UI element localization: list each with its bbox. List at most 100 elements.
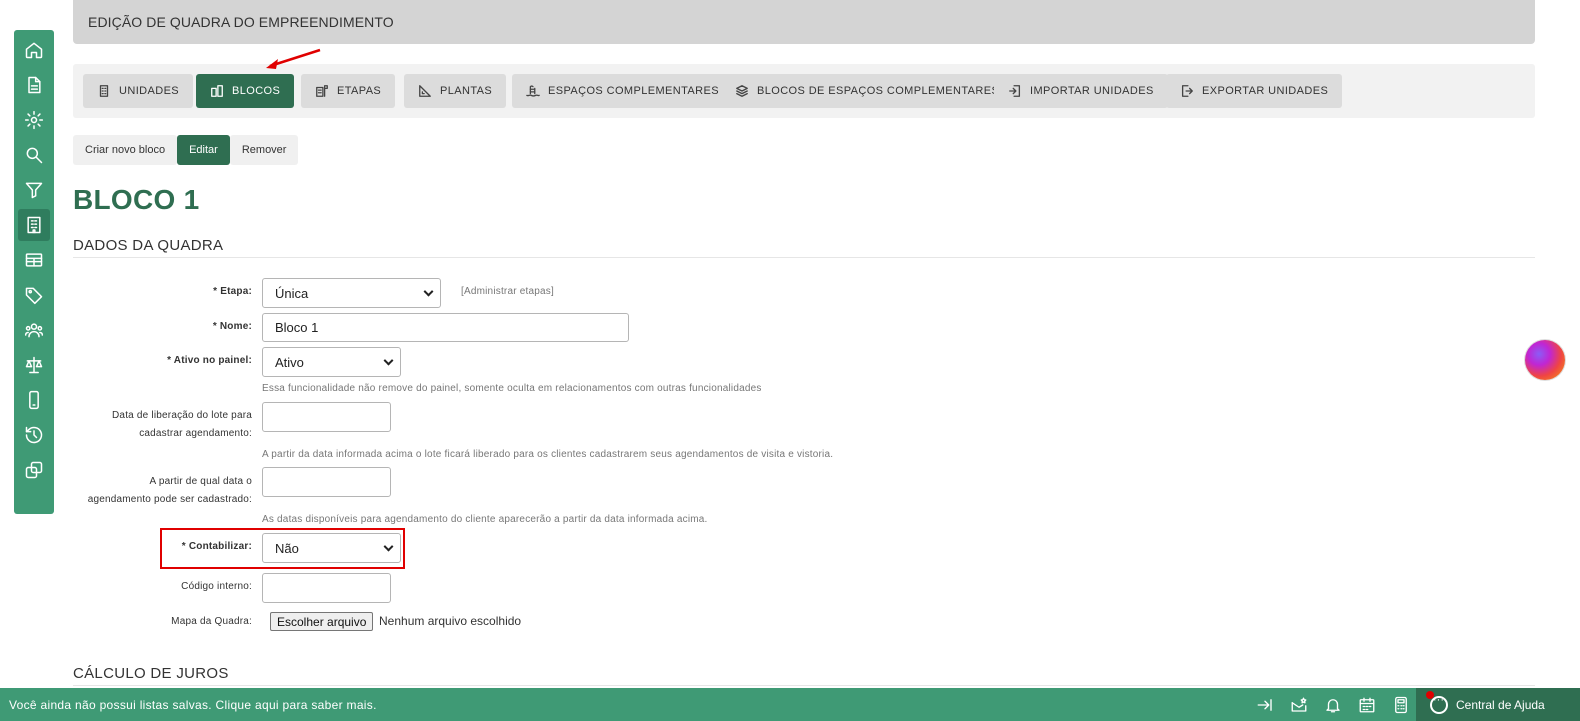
section-title-dados: DADOS DA QUADRA [73,237,224,254]
footer-calculator-button[interactable] [1384,694,1418,716]
contabilizar-label: * Contabilizar: [181,541,252,552]
edit-button[interactable]: Editar [177,135,230,165]
sidebar-item-home[interactable] [18,34,50,66]
search-icon [26,147,43,163]
administrar-etapas-link[interactable]: [Administrar etapas] [461,286,554,297]
file-status: Nenhum arquivo escolhido [379,614,522,628]
etapa-select[interactable]: Única [262,278,441,308]
gear-icon [24,110,44,129]
agendamento-date-input[interactable] [262,467,391,497]
footer-icons [1248,694,1418,716]
pool-icon [526,85,540,97]
sidebar-item-history[interactable] [18,419,50,451]
import-icon [1009,85,1021,97]
nome-value: Bloco 1 [275,320,319,335]
section-title-juros: CÁLCULO DE JUROS [73,665,229,682]
page-header: EDIÇÃO DE QUADRA DO EMPREENDIMENTO [73,0,1535,44]
liberacao-label: Data de liberação do lote para cadastrar… [80,407,252,443]
choose-file-button[interactable]: Escolher arquivo [270,612,374,631]
footer-calendar-button[interactable] [1350,694,1384,716]
blocks-icon [211,85,223,97]
tab-label: BLOCOS DE ESPAÇOS COMPLEMENTARES [757,85,1000,97]
sidebar-item-settings[interactable] [18,104,50,136]
section-divider [73,685,1535,686]
footer-collapse-button[interactable] [1248,694,1282,716]
etapa-value: Única [275,285,309,301]
help-center-button[interactable]: Central de Ajuda [1416,688,1580,721]
chat-icon [1430,694,1448,714]
ruler-icon [419,85,431,97]
ativo-hint: Essa funcionalidade não remove do painel… [262,383,762,394]
scale-icon [25,356,43,373]
etapa-label: * Etapa: [213,286,252,297]
sidebar-item-legal[interactable] [18,349,50,381]
table-icon [25,252,43,267]
liberacao-hint: A partir da data informada acima o lote … [262,449,834,460]
sidebar-item-users[interactable] [18,314,50,346]
tab-label: BLOCOS [232,85,281,97]
collapse-right-icon [1257,699,1272,711]
tab-espacos-complementares[interactable]: ESPAÇOS COMPLEMENTARES [512,74,733,108]
document-icon [28,76,41,93]
create-block-button[interactable]: Criar novo bloco [73,135,178,165]
building-icon [27,216,41,233]
tab-label: UNIDADES [119,85,180,97]
tag-icon [25,287,43,304]
tab-bar: UNIDADES BLOCOS ETAPAS PLANTAS ESPAÇOS C… [73,64,1535,118]
remove-button[interactable]: Remover [229,135,299,165]
chevron-down-icon [383,541,394,552]
tab-blocos[interactable]: BLOCOS [196,74,295,108]
bell-icon [1326,699,1340,713]
sidebar-item-mobile[interactable] [18,384,50,416]
sidebar-item-search[interactable] [18,139,50,171]
liberacao-date-input[interactable] [262,402,391,432]
flag-building-icon [316,85,328,97]
filter-icon [25,182,43,198]
users-icon [24,322,44,337]
agendamento-label-line2: agendamento pode ser cadastrado: [87,494,252,505]
contabilizar-value: Não [275,540,299,556]
tab-label: IMPORTAR UNIDADES [1030,85,1154,97]
chevron-down-icon [423,286,434,297]
ativo-select[interactable]: Ativo [262,347,401,377]
codigo-input[interactable] [262,573,391,603]
red-arrow-annotation [266,48,321,69]
sidebar-item-copy[interactable] [18,454,50,486]
nome-input[interactable]: Bloco 1 [262,313,629,342]
layers-icon [736,85,748,97]
page: EDIÇÃO DE QUADRA DO EMPREENDIMENTO UNIDA… [0,0,1580,721]
mobile-icon [29,390,39,409]
sidebar-item-tags[interactable] [18,279,50,311]
nome-label: * Nome: [212,321,252,332]
sidebar-item-table[interactable] [18,244,50,276]
block-actions: Criar novo bloco Editar Remover [73,135,299,165]
footer-mail-button[interactable] [1282,694,1316,716]
saved-lists-message[interactable]: Você ainda não possui listas salvas. Cli… [9,698,377,712]
page-title: BLOCO 1 [73,184,200,215]
sidebar-item-documents[interactable] [18,69,50,101]
tab-exportar-unidades[interactable]: EXPORTAR UNIDADES [1166,74,1343,108]
tab-importar-unidades[interactable]: IMPORTAR UNIDADES [994,74,1168,108]
calendar-icon [1359,697,1375,713]
liberacao-label-line2: cadastrar agendamento: [139,428,252,439]
home-icon [25,42,43,58]
calculator-icon [1395,696,1407,714]
tab-label: EXPORTAR UNIDADES [1202,85,1329,97]
sidebar-item-buildings[interactable] [18,208,50,241]
tab-plantas[interactable]: PLANTAS [404,74,507,108]
floating-assistant-avatar[interactable] [1525,340,1565,380]
tab-etapas[interactable]: ETAPAS [301,74,396,108]
agendamento-label-line1: A partir de qual data o [149,476,252,487]
copy-icon [25,461,43,478]
section-divider [73,257,1535,258]
liberacao-label-line1: Data de liberação do lote para [112,410,252,421]
tab-blocos-espacos-complementares[interactable]: BLOCOS DE ESPAÇOS COMPLEMENTARES [721,74,1014,108]
building-icon [99,85,109,97]
tab-unidades[interactable]: UNIDADES [83,74,194,108]
footer-bar: Você ainda não possui listas salvas. Cli… [0,688,1580,721]
tab-label: ESPAÇOS COMPLEMENTARES [548,85,719,97]
sidebar-item-filter[interactable] [18,174,50,206]
contabilizar-select[interactable]: Não [262,533,401,563]
ativo-value: Ativo [275,354,304,370]
footer-notifications-button[interactable] [1316,694,1350,716]
